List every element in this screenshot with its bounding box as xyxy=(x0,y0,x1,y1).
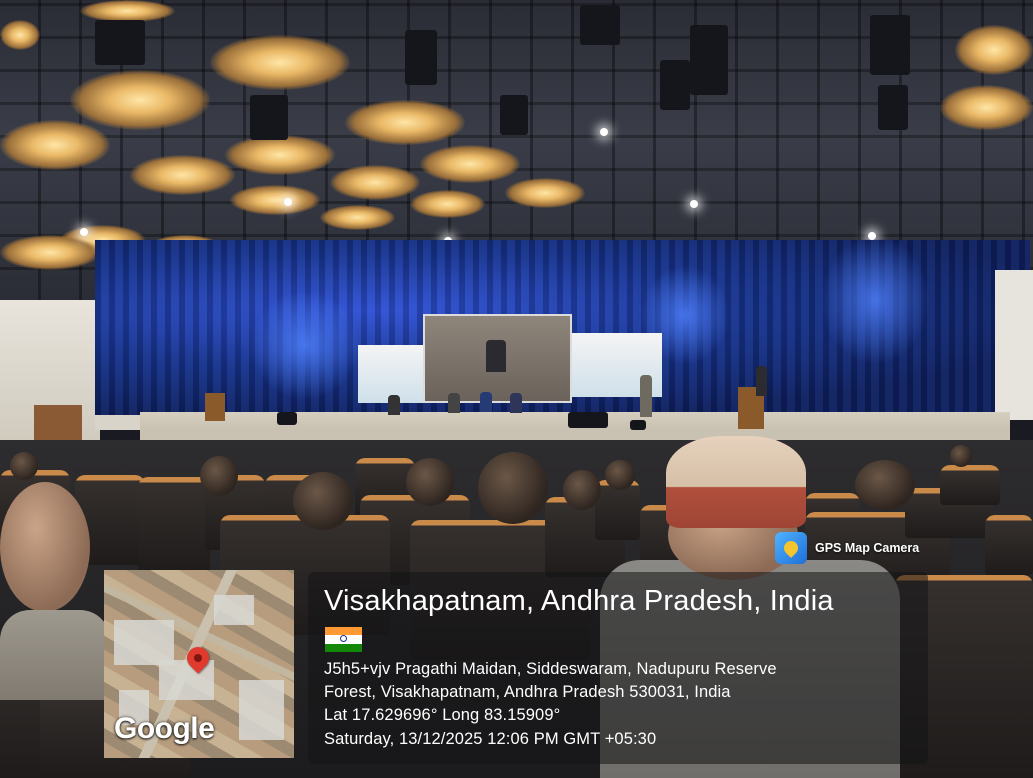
attendee-head xyxy=(478,452,548,524)
chandelier xyxy=(330,165,420,200)
stage-monitor xyxy=(630,420,646,430)
attendee-head xyxy=(10,452,38,480)
chandelier xyxy=(210,35,350,90)
coordinates: Lat 17.629696° Long 83.15909° xyxy=(324,706,561,724)
ceiling-speaker xyxy=(405,30,437,85)
google-logo: Google xyxy=(114,712,215,745)
attendee-head xyxy=(406,458,454,506)
ceiling-speaker xyxy=(250,95,288,140)
chandelier xyxy=(940,85,1033,130)
attendee-head xyxy=(855,460,915,510)
date-time: Saturday, 13/12/2025 12:06 PM GMT +05:30 xyxy=(324,730,657,748)
chandelier xyxy=(505,178,585,208)
ceiling-speaker xyxy=(580,5,620,45)
map-building xyxy=(239,680,284,740)
chandelier xyxy=(80,0,175,22)
auditorium-seat xyxy=(940,465,1000,505)
chandelier xyxy=(0,235,100,270)
chandelier xyxy=(320,205,395,230)
stage-monitor xyxy=(568,412,608,428)
stage-monitor xyxy=(277,412,297,425)
curtain-light xyxy=(820,235,930,365)
ceiling-speaker xyxy=(690,25,728,95)
chandelier xyxy=(0,120,110,170)
ceiling-speaker xyxy=(870,15,910,75)
chandelier xyxy=(230,185,320,215)
panelist xyxy=(448,393,460,413)
chandelier xyxy=(420,145,520,183)
map-building xyxy=(214,595,254,625)
attendee-shirt-left xyxy=(0,610,110,700)
speaker-on-screen xyxy=(486,340,506,372)
chandelier xyxy=(130,155,235,195)
chandelier xyxy=(410,190,485,218)
gps-map-camera-badge: GPS Map Camera xyxy=(775,531,919,565)
address-line-2: Forest, Visakhapatnam, Andhra Pradesh 53… xyxy=(324,683,731,701)
app-name: GPS Map Camera xyxy=(815,541,920,555)
person-at-podium xyxy=(756,366,767,396)
curtain-light xyxy=(250,290,360,400)
right-wall xyxy=(995,270,1033,420)
door xyxy=(34,405,82,441)
auditorium-seat xyxy=(138,477,210,572)
attendee-head xyxy=(293,472,353,530)
gps-map-camera-icon xyxy=(775,532,807,564)
chandelier xyxy=(70,70,210,130)
ceiling-speaker xyxy=(500,95,528,135)
ceiling-speaker xyxy=(95,20,145,65)
standing-presenter xyxy=(640,375,652,417)
panelist xyxy=(480,392,492,412)
attendee-head-bald xyxy=(0,482,90,612)
chandelier xyxy=(0,20,40,50)
panelist xyxy=(510,393,522,413)
chandelier xyxy=(225,135,335,175)
attendee-head xyxy=(563,470,601,510)
attendee-cap xyxy=(666,436,806,528)
ceiling-spotlight xyxy=(284,198,292,206)
podium-left xyxy=(205,393,225,421)
chandelier xyxy=(345,100,465,145)
address-line-1: J5h5+vjv Pragathi Maidan, Siddeswaram, N… xyxy=(324,660,777,678)
location-title: Visakhapatnam, Andhra Pradesh, India xyxy=(324,585,834,617)
ceiling-speaker xyxy=(660,60,690,110)
conference-hall-photo: Google GPS Map Camera Visakhapatnam, And… xyxy=(0,0,1033,778)
ceiling-spotlight xyxy=(80,228,88,236)
ceiling-spotlight xyxy=(600,128,608,136)
ceiling-spotlight xyxy=(690,200,698,208)
auditorium-seat xyxy=(985,515,1033,575)
map-building xyxy=(159,660,214,700)
ceiling-speaker xyxy=(878,85,908,130)
india-flag-icon xyxy=(325,627,362,652)
attendee-head xyxy=(200,456,238,496)
panelist xyxy=(388,395,400,415)
chandelier xyxy=(955,25,1033,75)
attendee-head xyxy=(605,460,635,490)
map-building xyxy=(114,620,174,665)
attendee-head xyxy=(950,445,972,467)
